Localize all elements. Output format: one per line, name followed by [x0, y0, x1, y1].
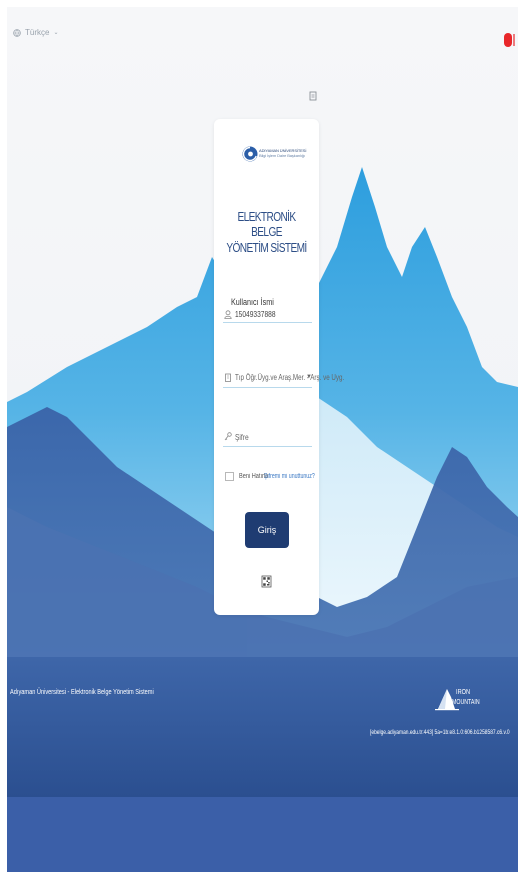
key-icon: [224, 432, 232, 441]
chevron-down-icon: ⌄: [53, 30, 59, 36]
university-emblem-icon: [242, 146, 258, 162]
username-field[interactable]: 15049337888: [223, 308, 312, 323]
notification-badge-icon[interactable]: [504, 30, 518, 50]
document-icon: [309, 91, 317, 101]
building-icon: [225, 373, 231, 382]
qr-code-icon[interactable]: [261, 575, 272, 588]
vendor-name-line1: IRON: [456, 687, 471, 696]
remember-me-checkbox[interactable]: [225, 472, 234, 481]
system-title-line2: YÖNETİM SİSTEMİ: [226, 240, 307, 255]
iron-mountain-logo: IRON MOUNTAIN: [435, 683, 490, 718]
language-selector[interactable]: Türkçe ⌄: [13, 28, 58, 37]
login-button[interactable]: Giriş: [245, 512, 289, 548]
login-page: Türkçe ⌄ ADIYAMAN ÜNİVERSİTESİ Bilgi İşl…: [7, 7, 518, 872]
version-info: [ebelge.adiyaman.edu.tr:443] 5a=1b:e8.1.…: [370, 729, 510, 736]
footer-system-name: Adıyaman Üniversitesi - Elektronik Belge…: [10, 687, 154, 696]
user-icon: [224, 310, 232, 319]
globe-icon: [13, 28, 21, 37]
logo-subtitle: Bilgi İşlem Daire Başkanlığı: [259, 153, 305, 158]
login-card: ADIYAMAN ÜNİVERSİTESİ Bilgi İşlem Daire …: [214, 119, 344, 615]
chevron-down-icon: ▼: [306, 374, 312, 380]
password-field[interactable]: Şifre: [223, 424, 312, 447]
username-label: Kullanıcı İsmi: [231, 297, 274, 307]
language-label: Türkçe: [25, 28, 50, 37]
university-logo: ADIYAMAN ÜNİVERSİTESİ Bilgi İşlem Daire …: [242, 143, 306, 173]
system-title-line1: ELEKTRONİK BELGE: [237, 209, 296, 239]
unit-value: Tıp Öğr.Üyg.ve Araş.Mer. - Arş. ve Uyg.: [235, 373, 345, 382]
forgot-password-link[interactable]: Şifremi mi unuttunuz?: [264, 473, 315, 480]
password-placeholder: Şifre: [235, 432, 249, 442]
username-value: 15049337888: [235, 309, 276, 319]
unit-select[interactable]: Tıp Öğr.Üyg.ve Araş.Mer. - Arş. ve Uyg. …: [223, 365, 344, 388]
vendor-name-line2: MOUNTAIN: [452, 699, 480, 706]
